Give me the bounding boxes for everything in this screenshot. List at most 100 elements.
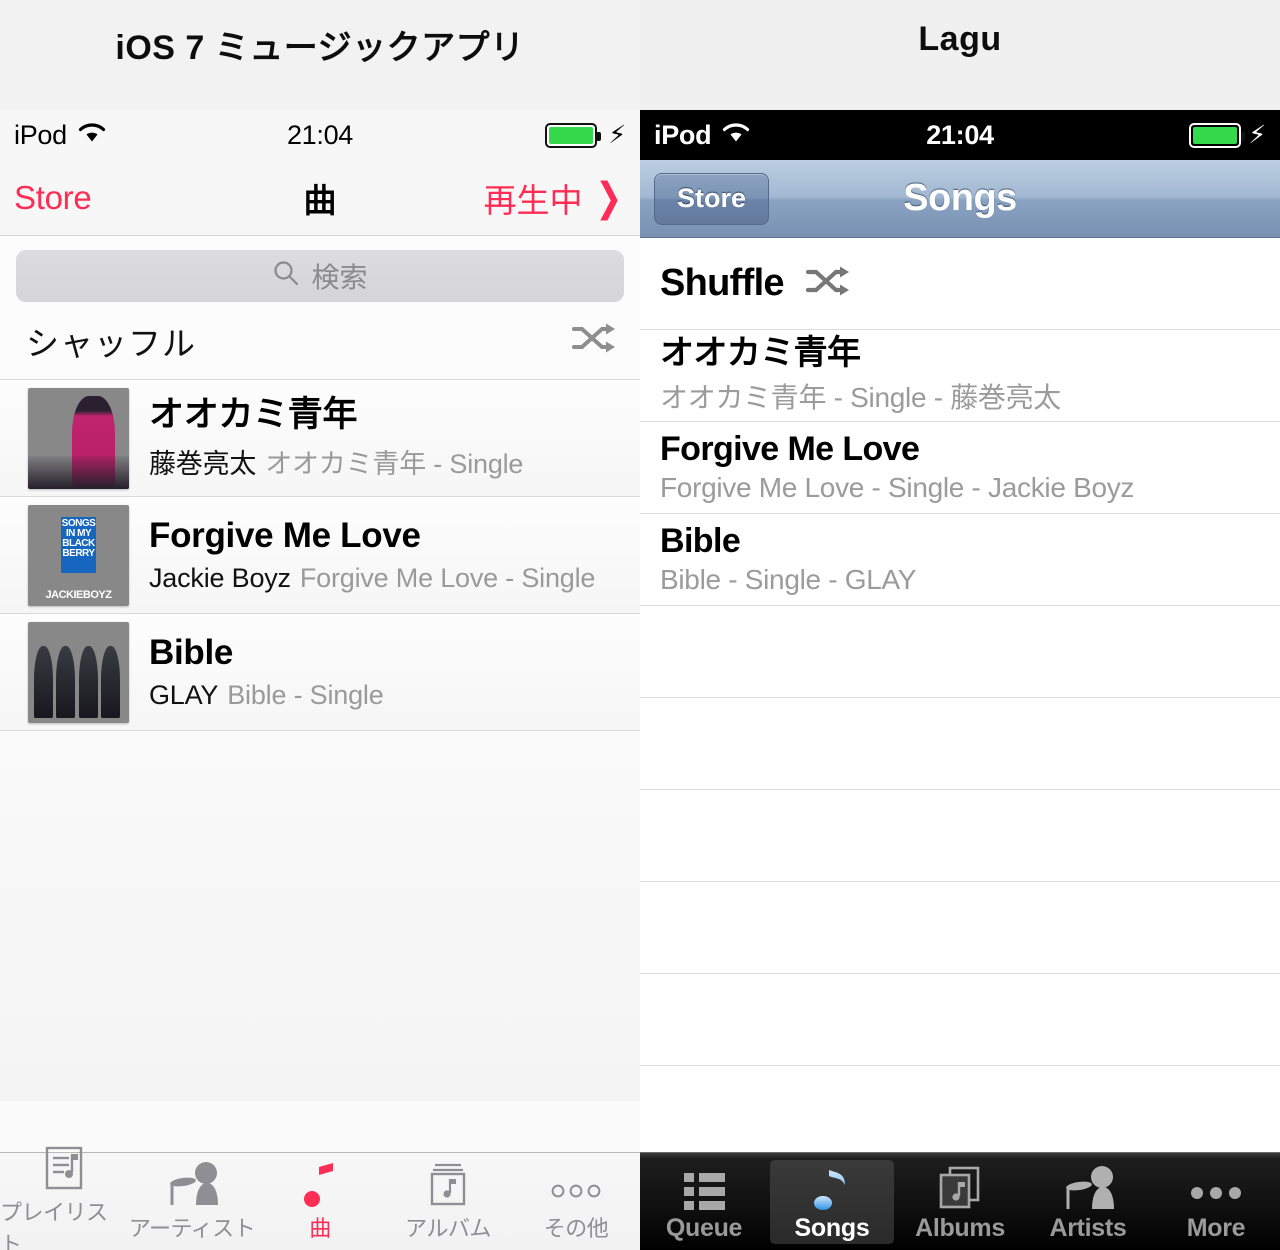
search-icon [272, 259, 300, 294]
tab-label: Albums [915, 1213, 1005, 1242]
left-status-bar: iPod 21:04 ⚡ [0, 110, 640, 160]
comparison-screenshot: iOS 7 ミュージックアプリ iPod 21:04 ⚡ Store 曲 再生中… [0, 0, 1280, 1250]
sidebar-item-more[interactable]: その他 [512, 1153, 640, 1250]
sidebar-item-albums[interactable]: アルバム [384, 1153, 512, 1250]
lagu-app-panel: Lagu iPod 21:04 ⚡ Store Songs Shuffle オオ… [640, 0, 1280, 1250]
more-dots-icon [1186, 1161, 1246, 1211]
song-subtitle: Jackie Boyz Forgive Me Love - Single [149, 563, 595, 594]
song-subtitle: 藤巻亮太 オオカミ青年 - Single [149, 442, 523, 481]
right-shuffle-row[interactable]: Shuffle [640, 238, 1280, 330]
song-title: Bible [149, 632, 234, 672]
status-clock: 21:04 [286, 119, 354, 150]
song-subtitle: オオカミ青年 - Single - 藤巻亮太 [660, 382, 1062, 414]
tab-label: 曲 [309, 1215, 331, 1241]
empty-row [640, 606, 1280, 698]
album-art: SONGS IN MY BLACK BERRY JACKIEBOYZ [28, 504, 129, 606]
artist-mic-icon [1062, 1161, 1114, 1211]
table-row[interactable]: オオカミ青年 藤巻亮太 オオカミ青年 - Single [0, 380, 640, 497]
search-input[interactable]: 検索 [16, 250, 624, 302]
right-nav-bar: Store Songs [640, 160, 1280, 238]
song-title: Forgive Me Love [660, 429, 920, 468]
sidebar-item-artists[interactable]: アーティスト [128, 1153, 256, 1250]
song-subtitle: GLAY Bible - Single [149, 680, 384, 711]
song-subtitle: Bible - Single - GLAY [660, 564, 917, 596]
left-song-list: オオカミ青年 藤巻亮太 オオカミ青年 - Single SONGS IN MY B… [0, 380, 640, 1101]
shuffle-label: シャッフル [26, 324, 196, 362]
song-title: Forgive Me Love [149, 515, 421, 555]
song-artist: GLAY [149, 680, 219, 711]
row-meta: Bible GLAY Bible - Single [129, 633, 384, 711]
shuffle-icon [572, 322, 618, 359]
lightning-bolt-icon: ⚡ [608, 120, 626, 149]
albums-icon [937, 1161, 983, 1211]
playlist-icon [42, 1145, 86, 1191]
tab-queue[interactable]: Queue [642, 1160, 766, 1244]
tab-label: Artists [1049, 1213, 1127, 1242]
album-art-artist: JACKIEBOYZ [45, 589, 112, 602]
store-button[interactable]: Store [654, 172, 770, 225]
empty-row [640, 974, 1280, 1066]
empty-row [640, 790, 1280, 882]
right-tab-bar: Queue Songs Albums Artists More [640, 1152, 1280, 1250]
tab-label: Queue [665, 1213, 743, 1242]
left-nav-bar: Store 曲 再生中 ❯ [0, 160, 640, 236]
song-artist: Jackie Boyz [149, 563, 291, 594]
song-title: オオカミ青年 [149, 394, 358, 434]
sidebar-item-playlists[interactable]: プレイリスト [0, 1146, 128, 1250]
shuffle-label: Shuffle [660, 262, 785, 304]
tab-artists[interactable]: Artists [1026, 1160, 1150, 1244]
shuffle-icon [805, 265, 852, 302]
now-playing-button[interactable]: 再生中 ❯ [483, 174, 626, 222]
tab-label: Songs [794, 1213, 870, 1242]
album-icon [426, 1161, 470, 1207]
album-art-title: SONGS IN MY BLACK BERRY [61, 516, 96, 574]
right-song-list: Shuffle オオカミ青年 オオカミ青年 - Single - 藤巻亮太 Fo… [640, 238, 1280, 1158]
now-playing-label: 再生中 [483, 181, 583, 219]
left-search-area: 検索 [0, 236, 640, 302]
left-empty-area [0, 731, 640, 1101]
left-shuffle-row[interactable]: シャッフル [0, 302, 640, 380]
more-dots-icon [546, 1161, 606, 1207]
song-title: Bible [660, 521, 741, 560]
song-album: Forgive Me Love - Single [299, 563, 596, 594]
row-meta: Forgive Me Love Jackie Boyz Forgive Me Lo… [129, 516, 595, 594]
ios7-music-app-panel: iOS 7 ミュージックアプリ iPod 21:04 ⚡ Store 曲 再生中… [0, 0, 640, 1250]
battery-full-icon [1189, 122, 1246, 148]
song-album: Bible - Single [227, 680, 384, 711]
song-subtitle: Forgive Me Love - Single - Jackie Boyz [660, 472, 1135, 504]
sidebar-item-songs[interactable]: 曲 [256, 1153, 384, 1250]
tab-label: アーティスト [128, 1215, 256, 1241]
song-title: オオカミ青年 [660, 333, 861, 372]
chevron-right-icon: ❯ [595, 175, 623, 220]
list-icon [680, 1161, 728, 1211]
tab-label: プレイリスト [0, 1199, 108, 1250]
album-art [28, 621, 129, 723]
tab-label: その他 [543, 1215, 609, 1241]
table-row[interactable]: Forgive Me Love Forgive Me Love - Single… [640, 422, 1280, 514]
search-placeholder: 検索 [311, 262, 368, 293]
right-panel-caption: Lagu [640, 0, 1280, 110]
empty-row [640, 698, 1280, 790]
artist-mic-icon [166, 1161, 218, 1207]
lightning-bolt-icon: ⚡ [1248, 120, 1266, 149]
empty-row [640, 882, 1280, 974]
table-row[interactable]: SONGS IN MY BLACK BERRY JACKIEBOYZ Forgi… [0, 497, 640, 614]
album-art [28, 387, 129, 489]
tab-songs[interactable]: Songs [770, 1159, 894, 1244]
table-row[interactable]: オオカミ青年 オオカミ青年 - Single - 藤巻亮太 [640, 330, 1280, 422]
table-row[interactable]: Bible GLAY Bible - Single [0, 614, 640, 731]
tab-label: アルバム [405, 1215, 491, 1241]
row-meta: オオカミ青年 藤巻亮太 オオカミ青年 - Single [129, 395, 523, 481]
music-note-icon [811, 1161, 853, 1211]
tab-more[interactable]: More [1154, 1160, 1278, 1244]
empty-row [640, 1066, 1280, 1158]
song-album: オオカミ青年 - Single [265, 449, 524, 480]
right-status-bar: iPod 21:04 ⚡ [640, 110, 1280, 160]
table-row[interactable]: Bible Bible - Single - GLAY [640, 514, 1280, 606]
battery-full-icon [545, 122, 602, 148]
song-artist: 藤巻亮太 [149, 449, 257, 480]
status-clock: 21:04 [926, 119, 994, 150]
tab-label: More [1186, 1213, 1246, 1242]
tab-albums[interactable]: Albums [898, 1160, 1022, 1244]
left-panel-caption: iOS 7 ミュージックアプリ [0, 0, 640, 110]
